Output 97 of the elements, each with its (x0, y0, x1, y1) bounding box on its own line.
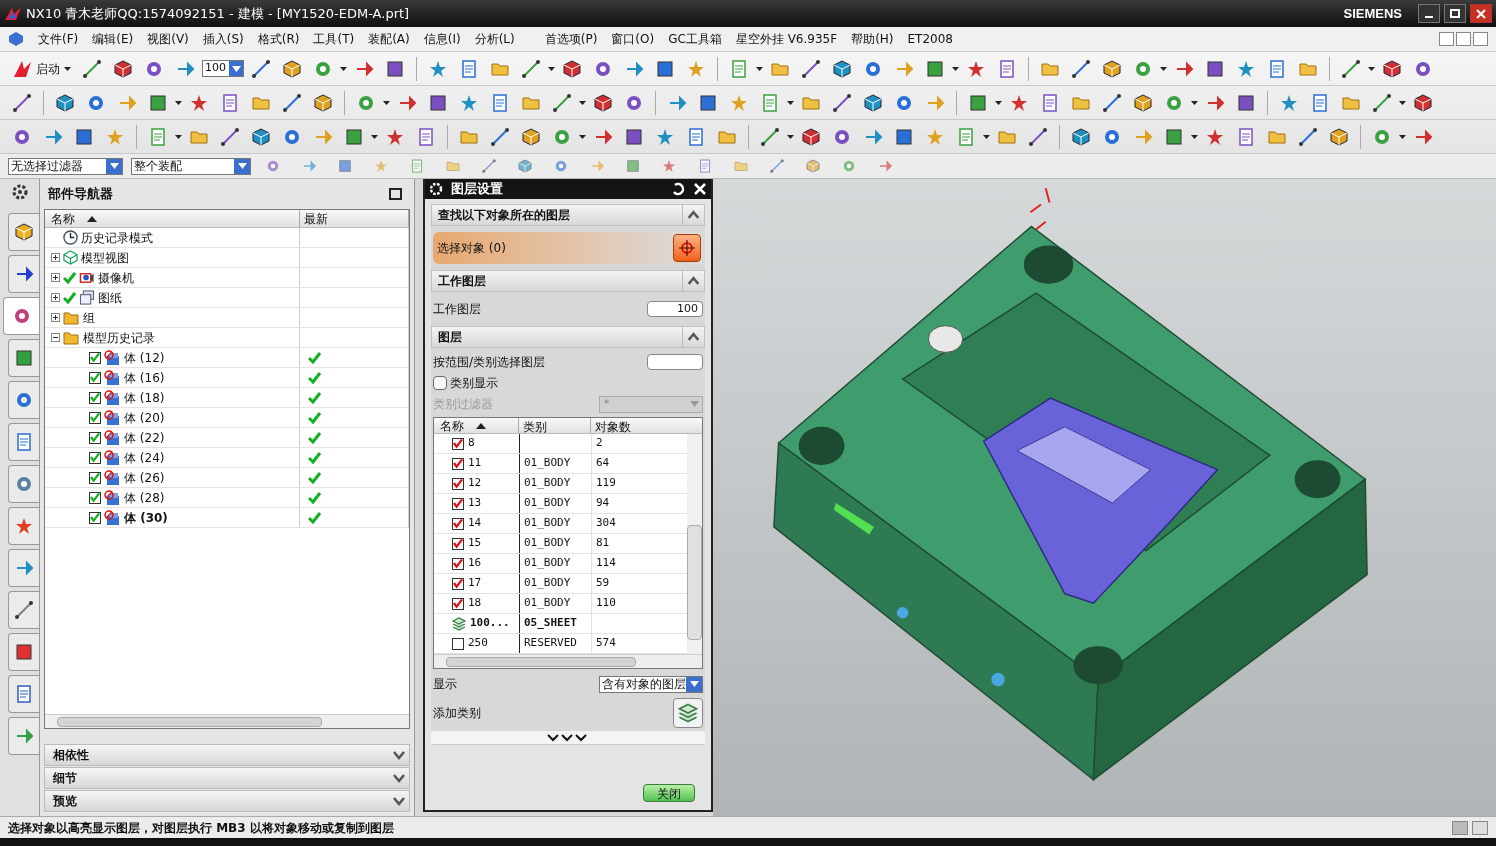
tree-item[interactable]: 体 (28) (124, 488, 165, 507)
table-cell: 2 (596, 435, 603, 452)
menu-item[interactable]: 装配(A) (368, 30, 410, 48)
field-label: 按范围/类别选择图层 (433, 354, 546, 371)
tree-item[interactable]: 体 (26) (124, 468, 165, 487)
field-label: 显示 (433, 676, 457, 693)
menu-item[interactable]: ET2008 (907, 30, 953, 48)
start-button[interactable]: 启动 (8, 54, 75, 83)
status-message: 选择对象以高亮显示图层，对图层执行 MB3 以将对象移动或复制到图层 (8, 819, 395, 837)
field-label: 添加类别 (433, 705, 481, 722)
panel-title: 细节 (52, 770, 77, 787)
table-cell: 114 (596, 555, 616, 572)
field-label: 类别过滤器 (433, 396, 493, 413)
table-cell: 01_BODY (524, 455, 571, 472)
table-cell: 01_BODY (524, 515, 571, 532)
menu-item[interactable]: 窗口(O) (611, 30, 655, 48)
column-header[interactable]: 类别 (519, 418, 591, 433)
table-cell: 01_BODY (524, 475, 571, 492)
panel-title: 相依性 (52, 747, 89, 764)
panel-header[interactable]: 细节 (44, 767, 410, 789)
column-header[interactable]: 对象数 (591, 418, 702, 433)
brand-label: SIEMENS (1343, 4, 1402, 23)
tree-item[interactable]: 体 (18) (124, 388, 165, 407)
table-cell: 01_BODY (524, 495, 571, 512)
tree-item[interactable]: 体 (22) (124, 428, 165, 447)
filter-dropdown[interactable]: 无选择过滤器 (8, 157, 123, 175)
tree-item[interactable]: 体 (20) (124, 408, 165, 427)
layer-name[interactable]: 17 (468, 575, 482, 592)
layer-name[interactable]: 250 (468, 635, 488, 652)
layer-name[interactable]: 15 (468, 535, 482, 552)
menu-item[interactable]: 视图(V) (147, 30, 189, 48)
layer-name[interactable]: 16 (468, 555, 482, 572)
section-header[interactable]: 查找以下对象所在的图层 (431, 204, 705, 226)
work-layer-field[interactable]: 100 (647, 301, 703, 317)
zoom-dropdown[interactable]: 100 (202, 60, 244, 77)
tree-item[interactable]: 模型视图 (81, 248, 129, 267)
table-cell: 05_SHEET (524, 615, 577, 632)
table-cell: 94 (596, 495, 610, 512)
menu-item[interactable]: 分析(L) (474, 30, 515, 48)
table-cell: RESERVED (524, 635, 577, 652)
menu-item[interactable]: 文件(F) (38, 30, 79, 48)
menu-item[interactable]: 帮助(H) (851, 30, 894, 48)
menu-item[interactable]: 首选项(P) (544, 30, 598, 48)
table-cell: 64 (596, 455, 610, 472)
layer-name[interactable]: 13 (468, 495, 482, 512)
tree-item[interactable]: 体 (24) (124, 448, 165, 467)
menu-item[interactable]: 编辑(E) (92, 30, 134, 48)
menu-item[interactable]: 格式(R) (257, 30, 300, 48)
close-dialog-button[interactable]: 关闭 (643, 784, 695, 802)
panel-header[interactable]: 相依性 (44, 744, 410, 766)
menu-item[interactable]: 星空外挂 V6.935F (735, 30, 838, 48)
table-cell: 01_BODY (524, 555, 571, 572)
scope-dropdown[interactable]: 整个装配 (131, 157, 251, 175)
section-title: 工作图层 (437, 273, 486, 290)
section-header[interactable]: 图层 (431, 326, 705, 348)
column-header[interactable]: 名称 (434, 418, 519, 433)
menu-item[interactable]: 信息(I) (423, 30, 461, 48)
field-label: 工作图层 (433, 301, 481, 318)
select-object-field[interactable]: 选择对象 (0) (433, 232, 703, 264)
table-cell: 01_BODY (524, 595, 571, 612)
window-title: NX10 青木老师QQ:1574092151 - 建模 - [MY1520-EDM-A.prt] (26, 4, 410, 23)
layer-name[interactable]: 18 (468, 595, 482, 612)
column-header[interactable]: 名称 (45, 210, 300, 227)
display-dropdown[interactable]: 含有对象的图层 (599, 675, 703, 693)
menu-item[interactable]: GC工具箱 (668, 30, 722, 48)
layer-name[interactable]: 11 (468, 455, 482, 472)
tree-item[interactable]: 体 (12) (124, 348, 165, 367)
menu-item[interactable]: 工具(T) (313, 30, 355, 48)
section-header[interactable]: 工作图层 (431, 270, 705, 292)
panel-title: 预览 (52, 793, 77, 810)
table-cell: 81 (596, 535, 610, 552)
tree-item[interactable]: 历史记录模式 (81, 228, 153, 247)
tree-item[interactable]: 模型历史记录 (83, 328, 155, 347)
navigator-title: 部件导航器 (48, 185, 113, 204)
tree-item[interactable]: 组 (83, 308, 95, 327)
section-title: 查找以下对象所在的图层 (437, 207, 570, 224)
layer-name[interactable]: 14 (468, 515, 482, 532)
layer-name[interactable]: 8 (468, 435, 475, 452)
checkbox-label: 类别显示 (450, 375, 498, 392)
table-cell: 59 (596, 575, 610, 592)
dialog-title: 图层设置 (451, 180, 504, 199)
menu-item[interactable]: 插入(S) (202, 30, 244, 48)
column-header[interactable]: 最新 (299, 210, 409, 227)
layer-name[interactable]: 12 (468, 475, 482, 492)
table-cell: 01_BODY (524, 535, 571, 552)
section-title: 图层 (437, 329, 462, 346)
layer-name[interactable]: 100... (470, 615, 510, 632)
tree-item[interactable]: 图纸 (98, 288, 122, 307)
panel-header[interactable]: 预览 (44, 790, 410, 812)
table-cell: 110 (596, 595, 616, 612)
tree-item[interactable]: 体 (30) (124, 508, 168, 527)
table-cell: 304 (596, 515, 616, 532)
tree-item[interactable]: 摄像机 (98, 268, 134, 287)
table-cell: 119 (596, 475, 616, 492)
tree-item[interactable]: 体 (16) (124, 368, 165, 387)
table-cell: 01_BODY (524, 575, 571, 592)
table-cell: 574 (596, 635, 616, 652)
